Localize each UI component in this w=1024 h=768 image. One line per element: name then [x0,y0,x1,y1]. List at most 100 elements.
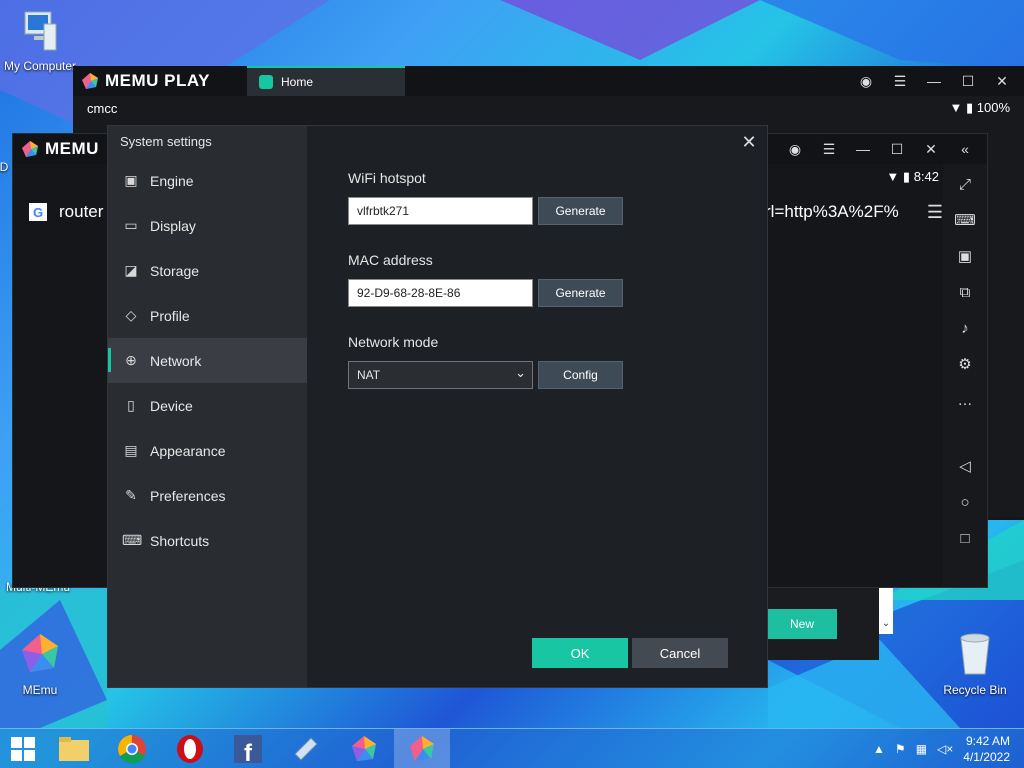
sidebar-item-label: Shortcuts [150,532,210,549]
tab-home-label: Home [281,75,314,89]
back-nav-icon[interactable]: ◁ [959,456,971,478]
wifi-hotspot-label: WiFi hotspot [348,170,426,186]
taskbar-app-generic[interactable] [278,729,334,768]
recycle-bin-shortcut[interactable]: Recycle Bin [935,632,1015,697]
menu-icon[interactable]: ☰ [819,141,839,158]
mac-address-input[interactable] [348,279,533,307]
sidebar-item-engine[interactable]: ▣ Engine [108,158,307,203]
sidebar-item-shortcuts[interactable]: ⌨ Shortcuts [108,518,307,563]
window-controls: ◉ ☰ — ☐ ✕ « [785,141,987,158]
volume-up-icon[interactable]: ♪ [961,318,969,340]
app-window-icon [294,736,318,761]
chrome-icon [118,734,146,764]
sidebar-item-appearance[interactable]: ▤ Appearance [108,428,307,473]
sidebar-item-profile[interactable]: ◇ Profile [108,293,307,338]
system-settings-dialog: System settings ▣ Engine ▭ Display ◪ Sto… [107,125,768,688]
menu-icon[interactable]: ☰ [890,73,910,90]
settings-sidebar: System settings ▣ Engine ▭ Display ◪ Sto… [108,126,307,687]
taskbar-file-explorer[interactable] [46,729,102,768]
sidebar-item-display[interactable]: ▭ Display [108,203,307,248]
taskbar-memu[interactable] [394,728,450,768]
wifi-hotspot-input[interactable] [348,197,533,225]
folder-icon [59,736,89,761]
tray-expand-icon[interactable]: ▲ [873,742,885,756]
my-computer-shortcut[interactable]: My Computer [0,10,80,73]
taskbar-multi-memu[interactable] [336,729,392,768]
fullscreen-icon[interactable]: ⤢ [959,174,971,196]
maximize-icon[interactable]: ☐ [887,141,907,158]
windows-taskbar: f ▲ ⚑ ▦ ◁× 9:42 AM 4/1/2022 [0,728,1024,768]
window-icon: ▤ [124,442,138,458]
multi-memu-icon [352,735,376,761]
mac-generate-button[interactable]: Generate [538,279,623,307]
browser-menu-icon[interactable]: ☰ [927,202,943,223]
dialog-close-icon[interactable]: ✕ [739,132,759,153]
memu-logo-icon [410,735,434,761]
battery-icon: ▮ [902,169,911,184]
tab-home[interactable]: Home [247,66,405,96]
brand-text: MEMU [45,139,99,158]
multi-window-icon[interactable]: ⧉ [960,282,971,304]
close-icon[interactable]: ✕ [992,73,1012,90]
close-icon[interactable]: ✕ [921,141,941,158]
emulator-toolbar: ⤢ ⌨ ▣ ⧉ ♪ ⚙ … ◁ ○ □ [943,164,987,587]
memu-shortcut[interactable]: MEmu [0,632,80,697]
more-icon[interactable]: … [958,390,973,412]
memu-logo-icon [82,73,98,89]
account-icon[interactable]: ◉ [785,141,805,158]
wifi-icon: ▼ [886,169,900,184]
url-end-text: rl=http%3A%2F% [765,202,899,221]
maximize-icon[interactable]: ☐ [958,73,978,90]
sidebar-item-device[interactable]: ▯ Device [108,383,307,428]
clock-time: 9:42 AM [965,733,1010,748]
keyboard-icon[interactable]: ⌨ [954,210,976,232]
url-start-text: router [59,202,104,221]
home-nav-icon[interactable]: ○ [960,492,969,514]
minimize-icon[interactable]: — [924,73,944,89]
battery-icon: ▮ [965,100,974,115]
settings-gear-icon[interactable]: ⚙ [958,354,971,376]
my-computer-label: My Computer [3,59,77,73]
globe-icon: ⊕ [125,352,137,368]
ok-button[interactable]: OK [532,638,628,668]
apk-icon[interactable]: ▣ [958,246,972,268]
network-mode-label: Network mode [348,334,439,350]
taskbar-chrome[interactable] [104,729,160,768]
svg-text:f: f [244,740,253,764]
action-center-icon[interactable]: ⚑ [895,742,906,756]
mac-address-label: MAC address [348,252,433,268]
computer-icon [24,11,57,51]
collapse-icon[interactable]: « [955,141,975,157]
opera-icon [177,734,203,763]
taskbar-opera[interactable] [162,729,218,768]
minimize-icon[interactable]: — [853,141,873,157]
start-button[interactable] [0,729,46,768]
taskbar-clock[interactable]: 9:42 AM 4/1/2022 [963,733,1010,765]
status-icons: ▼ ▮ 8:42 [886,169,939,185]
volume-muted-icon[interactable]: ◁× [937,742,953,756]
taskbar-facebook[interactable]: f [220,729,276,768]
memu-logo-icon [22,634,58,672]
network-mode-select[interactable]: NAT ⌄ [348,361,533,389]
carrier-text: cmcc [87,100,118,116]
account-icon[interactable]: ◉ [856,73,876,90]
sidebar-item-storage[interactable]: ◪ Storage [108,248,307,293]
sidebar-item-label: Network [150,352,202,369]
sidebar-item-preferences[interactable]: ✎ Preferences [108,473,307,518]
config-button[interactable]: Config [538,361,623,389]
recents-nav-icon[interactable]: □ [960,528,969,550]
window-titlebar: MEMU PLAY Home ◉ ☰ — ☐ ✕ [73,66,1024,96]
disk-icon: ◪ [124,262,138,278]
dialog-title: System settings [120,134,212,149]
battery-text: 100% [976,100,1010,115]
multi-memu-scroll[interactable]: ⌄ [879,588,893,634]
sidebar-item-network[interactable]: ⊕ Network [108,338,307,383]
home-app-icon [259,75,273,89]
wifi-generate-button[interactable]: Generate [538,197,623,225]
sidebar-item-label: Preferences [150,487,226,504]
network-tray-icon[interactable]: ▦ [916,742,927,756]
cancel-button[interactable]: Cancel [632,638,728,668]
new-instance-button[interactable]: New [767,609,837,639]
memu-logo-icon [22,141,38,157]
google-icon: G [29,203,47,221]
